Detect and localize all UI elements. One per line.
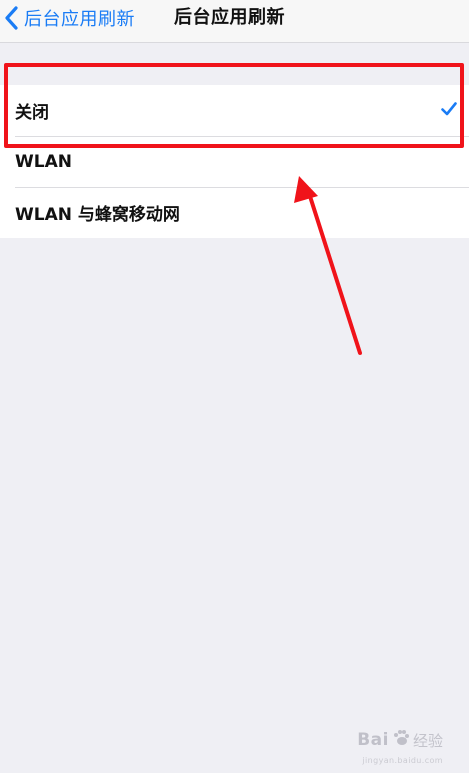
- settings-screen: 后台应用刷新 后台应用刷新 关闭 WLAN WLAN 与蜂窝移动网 Bai 经验…: [0, 0, 469, 773]
- paw-icon: [392, 729, 410, 751]
- annotation-arrow-icon: [294, 176, 362, 355]
- watermark-brand: Bai: [357, 730, 389, 750]
- watermark-suffix: 经验: [412, 731, 443, 750]
- watermark-url: jingyan.baidu.com: [362, 756, 443, 765]
- watermark: Bai 经验: [357, 729, 443, 751]
